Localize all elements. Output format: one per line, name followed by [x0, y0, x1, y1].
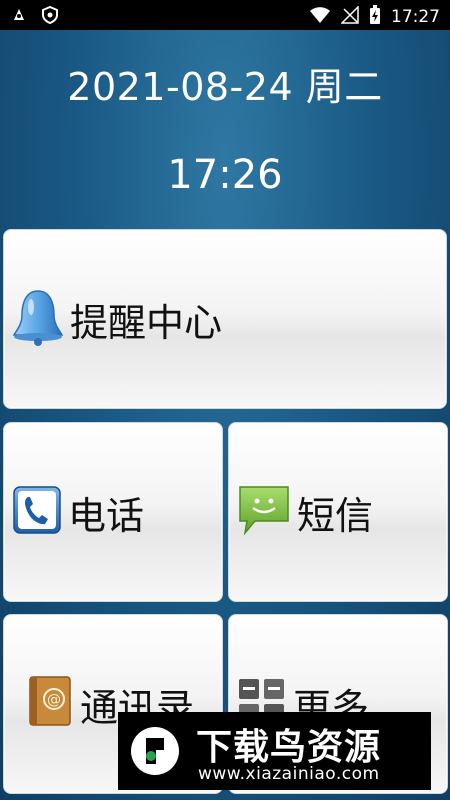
reminder-center-tile[interactable]: 提醒中心: [3, 229, 447, 409]
status-time: 17:27: [391, 7, 440, 27]
watermark-url: www.xiazainiao.com: [198, 764, 380, 784]
phone-icon: [12, 485, 62, 539]
sms-tile[interactable]: 短信: [228, 422, 448, 602]
no-signal-icon: [340, 5, 359, 28]
phone-tile[interactable]: 电话: [3, 422, 223, 602]
date-display: 2021-08-24 周二: [67, 65, 383, 109]
address-book-icon: @: [26, 675, 74, 733]
clock-display: 17:26: [167, 152, 283, 198]
bell-icon: [12, 287, 64, 351]
shield-notification-icon: [42, 5, 58, 28]
bird-logo-icon: [128, 724, 182, 778]
phone-label: 电话: [68, 493, 145, 538]
reminder-center-label: 提醒中心: [70, 300, 223, 345]
status-bar: 17:27: [0, 0, 450, 30]
watermark-banner: 下载鸟资源 www.xiazainiao.com: [118, 712, 431, 790]
android-debug-icon: [10, 6, 28, 28]
message-icon: [237, 483, 291, 541]
watermark-title: 下载鸟资源: [196, 727, 382, 768]
svg-text:@: @: [47, 692, 61, 708]
sms-label: 短信: [297, 493, 374, 538]
battery-charging-icon: [369, 5, 381, 29]
wifi-icon: [309, 6, 331, 28]
